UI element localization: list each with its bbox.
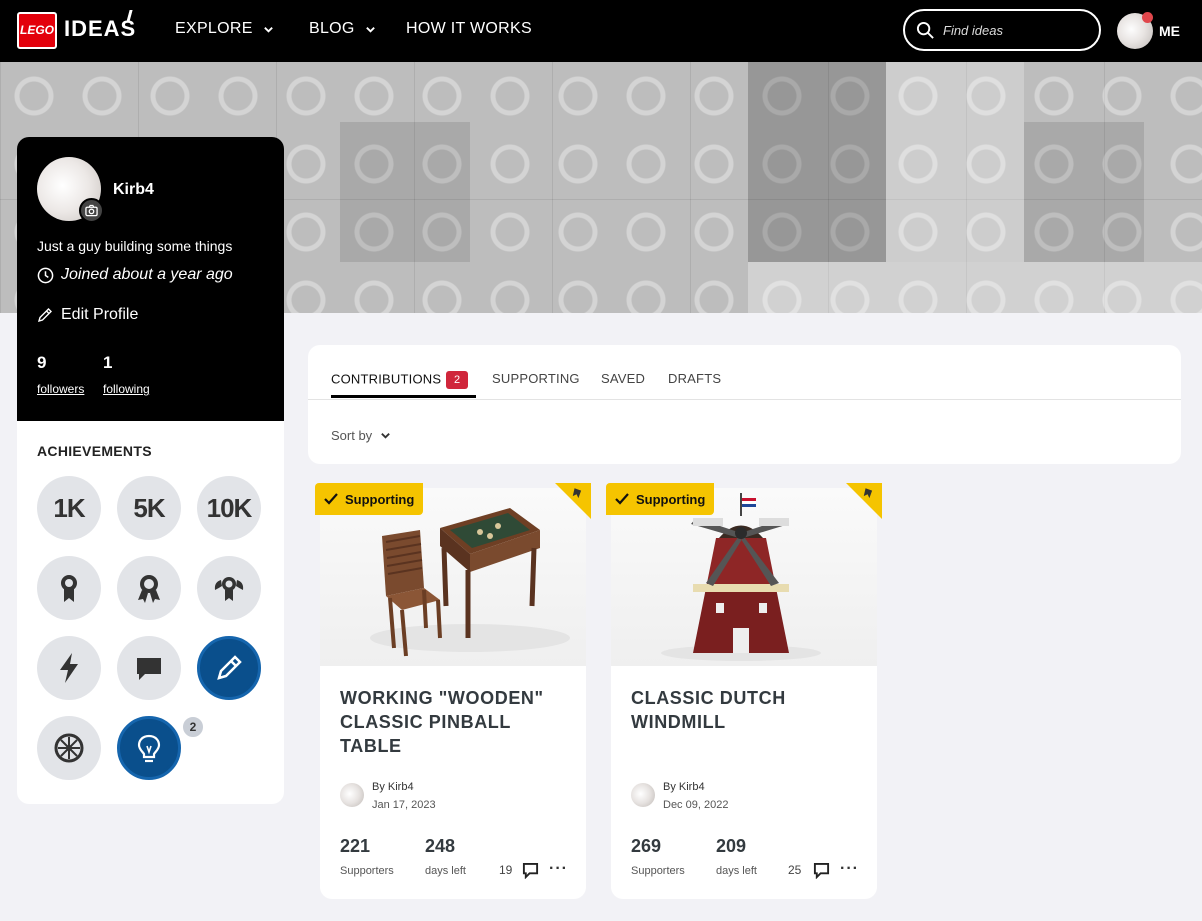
content-tabs-panel: CONTRIBUTIONS 2 SUPPORTING SAVED DRAFTS S…: [308, 345, 1181, 464]
followers-link[interactable]: followers: [37, 382, 84, 396]
nav-how-it-works[interactable]: HOW IT WORKS: [406, 20, 532, 38]
chevron-down-icon: [381, 433, 391, 439]
project-date: Dec 09, 2022: [663, 799, 729, 811]
search-icon: [916, 21, 934, 39]
search-box[interactable]: [903, 9, 1101, 51]
project-author[interactable]: By Kirb4: [663, 781, 705, 793]
checkmark-icon: [324, 493, 338, 505]
supporting-tag: Supporting: [315, 483, 424, 515]
badge-medal[interactable]: [37, 556, 101, 620]
supporting-tag: Supporting: [606, 483, 715, 515]
days-left-count: 209: [716, 836, 747, 856]
lego-logo[interactable]: LEGO: [17, 12, 57, 49]
badge-rosette[interactable]: [117, 556, 181, 620]
top-nav: LEGO IDEAS EXPLORE BLOG HOW IT WORKS ME: [0, 0, 1202, 62]
lightning-icon: [60, 653, 78, 683]
profile-bio: Just a guy building some things: [37, 238, 233, 254]
pencil-icon: [217, 655, 242, 680]
project-title[interactable]: CLASSIC DUTCH WINDMILL: [631, 686, 866, 734]
comments-count: 19: [499, 863, 513, 877]
chevron-down-icon: [365, 26, 375, 33]
achievements-title: ACHIEVEMENTS: [37, 443, 152, 459]
search-input[interactable]: [943, 21, 1093, 39]
bookmark-corner-icon[interactable]: [555, 483, 591, 519]
badge-1k[interactable]: 1K: [37, 476, 101, 540]
checkmark-icon: [615, 493, 629, 505]
edit-profile-label: Edit Profile: [61, 306, 139, 323]
winged-medal-icon: [214, 577, 244, 601]
supporters-label: Supporters: [631, 865, 685, 877]
tab-drafts[interactable]: DRAFTS: [668, 371, 721, 386]
pencil-icon: [37, 308, 52, 323]
following-link[interactable]: following: [103, 382, 150, 396]
notification-dot: [1142, 12, 1153, 23]
days-left-label: days left: [425, 865, 466, 877]
chat-icon: [137, 658, 161, 680]
days-left-count: 248: [425, 836, 456, 856]
tab-saved[interactable]: SAVED: [601, 371, 645, 386]
followers-count: 9: [37, 353, 47, 372]
tab-bar: CONTRIBUTIONS 2 SUPPORTING SAVED DRAFTS: [308, 345, 1181, 400]
project-date: Jan 17, 2023: [372, 799, 436, 811]
supporters-count: 269: [631, 836, 662, 856]
comments-count: 25: [788, 863, 802, 877]
rosette-icon: [138, 575, 160, 603]
more-options-button[interactable]: ···: [549, 860, 568, 878]
badge-lightbulb-count: 2: [181, 715, 205, 739]
active-tab-indicator: [331, 395, 476, 398]
badge-10k[interactable]: 10K: [197, 476, 261, 540]
days-left-label: days left: [716, 865, 757, 877]
profile-card: Kirb4 Just a guy building some things Jo…: [17, 137, 284, 421]
contributions-count-badge: 2: [446, 371, 469, 389]
nav-explore[interactable]: EXPLORE: [175, 20, 274, 38]
compass-icon: [54, 733, 84, 763]
comment-icon[interactable]: [522, 862, 539, 879]
achievements-panel: ACHIEVEMENTS 1K 5K 10K 2: [17, 421, 284, 804]
badge-compass[interactable]: [37, 716, 101, 780]
more-options-button[interactable]: ···: [840, 860, 859, 878]
project-card[interactable]: CLASSIC DUTCH WINDMILL By Kirb4 Dec 09, …: [611, 488, 877, 899]
project-title[interactable]: WORKING "WOODEN" CLASSIC PINBALL TABLE: [340, 686, 575, 758]
change-photo-button[interactable]: [79, 198, 104, 223]
following-count: 1: [103, 353, 113, 372]
project-card[interactable]: WORKING "WOODEN" CLASSIC PINBALL TABLE B…: [320, 488, 586, 899]
me-menu[interactable]: ME: [1159, 23, 1180, 39]
supporters-count: 221: [340, 836, 371, 856]
author-avatar: [631, 783, 655, 807]
medal-icon: [61, 575, 77, 602]
badge-lightbulb[interactable]: [117, 716, 181, 780]
project-author[interactable]: By Kirb4: [372, 781, 414, 793]
profile-joined: Joined about a year ago: [37, 266, 233, 284]
supporters-label: Supporters: [340, 865, 394, 877]
tab-supporting[interactable]: SUPPORTING: [492, 371, 580, 386]
badge-5k[interactable]: 5K: [117, 476, 181, 540]
badge-chat[interactable]: [117, 636, 181, 700]
badge-winged-medal[interactable]: [197, 556, 261, 620]
comment-icon[interactable]: [813, 862, 830, 879]
edit-profile-button[interactable]: Edit Profile: [37, 306, 138, 324]
joined-text: Joined about a year ago: [61, 266, 233, 283]
sort-by-dropdown[interactable]: Sort by: [331, 428, 391, 443]
author-avatar: [340, 783, 364, 807]
camera-icon: [85, 204, 98, 217]
tab-contributions[interactable]: CONTRIBUTIONS 2: [331, 371, 469, 389]
bookmark-corner-icon[interactable]: [846, 483, 882, 519]
badge-lightning[interactable]: [37, 636, 101, 700]
clock-icon: [37, 267, 54, 283]
chevron-down-icon: [263, 26, 273, 33]
profile-username: Kirb4: [113, 181, 154, 198]
nav-blog[interactable]: BLOG: [309, 20, 376, 38]
badge-pencil[interactable]: [197, 636, 261, 700]
lightbulb-icon: [137, 734, 161, 763]
